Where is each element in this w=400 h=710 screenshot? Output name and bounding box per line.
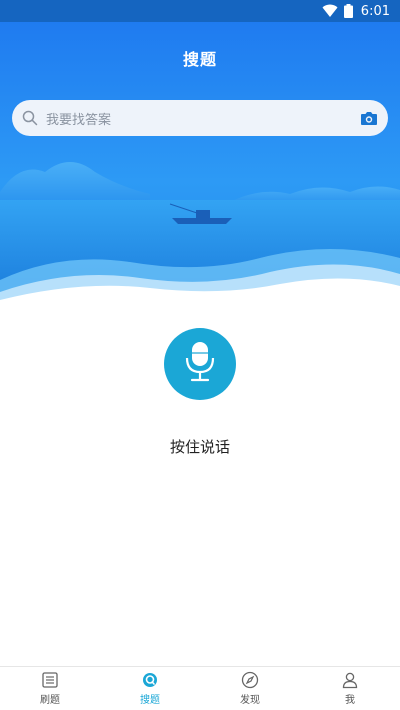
tab-me[interactable]: 我 [300,667,400,710]
camera-icon[interactable] [360,110,378,126]
search-tab-icon [141,671,159,689]
status-bar: 6:01 [0,0,400,22]
page-title: 搜题 [182,50,217,69]
tab-practice[interactable]: 刷题 [0,667,100,710]
search-icon [22,110,38,126]
tab-search[interactable]: 搜题 [100,667,200,710]
voice-hint-label: 按住说话 [169,438,230,456]
tab-discover[interactable]: 发现 [200,667,300,710]
tab-label: 我 [345,695,355,706]
compass-icon [241,671,259,689]
status-time: 6:01 [360,3,390,19]
tab-label: 搜题 [140,695,160,706]
search-bar[interactable]: 我要找答案 [12,100,388,136]
tab-label: 刷题 [40,695,60,706]
bottom-tab-bar: 刷题 搜题 发现 我 [0,666,400,710]
wifi-icon [322,4,338,18]
voice-input-button[interactable] [164,328,236,400]
list-icon [41,671,59,689]
tab-label: 发现 [240,695,260,706]
user-icon [341,671,359,689]
battery-icon [343,4,353,18]
search-input[interactable]: 我要找答案 [46,109,360,128]
microphone-icon [180,340,220,388]
